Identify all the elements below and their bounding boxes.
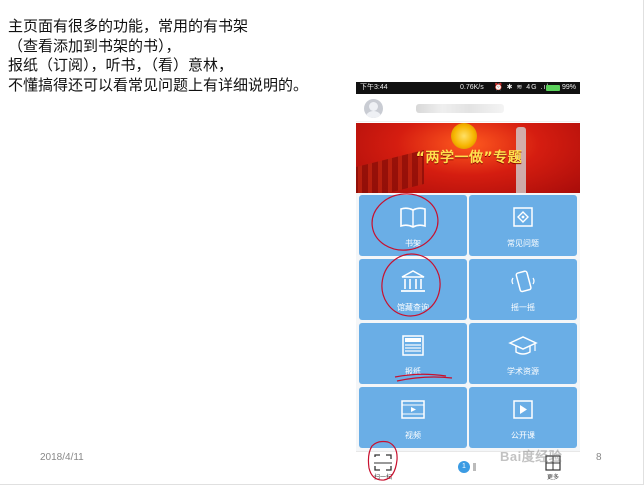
tile-shake[interactable]: 摇一摇 xyxy=(469,259,577,320)
status-speed: 0.76K/s xyxy=(460,84,484,91)
tile-label: 公开课 xyxy=(511,431,535,440)
tile-faq[interactable]: 常见问题 xyxy=(469,195,577,256)
status-battery: 99% xyxy=(562,84,577,91)
tile-open-course[interactable]: 公开课 xyxy=(469,387,577,448)
book-icon xyxy=(398,205,428,231)
scan-button[interactable]: 扫一扫 xyxy=(370,454,396,481)
graduation-cap-icon xyxy=(508,333,538,359)
page-indicator-badge[interactable]: 1 xyxy=(458,461,470,473)
slide-notes: 主页面有很多的功能，常用的有书架 （查看添加到书架的书）， 报纸（订阅），听书，… xyxy=(8,17,368,95)
note-line: 报纸（订阅），听书，（看）意林， xyxy=(8,56,234,74)
avatar[interactable] xyxy=(364,99,383,118)
tile-catalog-search[interactable]: 馆藏查询 xyxy=(359,259,467,320)
app-header xyxy=(356,94,580,122)
scan-label: 扫一扫 xyxy=(373,474,392,481)
tile-label: 报纸 xyxy=(405,367,421,376)
watermark: Bai度经验 xyxy=(500,449,563,464)
tile-label: 常见问题 xyxy=(507,239,539,248)
library-icon xyxy=(398,269,428,295)
status-icons: ⏰ ✱ ≋ 4G .ıl xyxy=(494,84,550,91)
status-bar: 下午3:44 0.76K/s ⏰ ✱ ≋ 4G .ıl 99% xyxy=(356,82,580,94)
note-line: 主页面有很多的功能，常用的有书架 xyxy=(8,17,249,35)
tile-label: 学术资源 xyxy=(507,367,539,376)
scan-icon xyxy=(374,454,392,471)
tile-video[interactable]: 视频 xyxy=(359,387,467,448)
note-line: 不懂搞得还可以看常见问题上有详细说明的。 xyxy=(8,75,309,94)
help-icon xyxy=(508,205,538,231)
page-indicator-track xyxy=(473,463,476,471)
tile-label: 馆藏查询 xyxy=(397,303,429,312)
slide-page-number: 8 xyxy=(596,452,602,463)
banner-title: “两学一做”专题 xyxy=(415,150,523,166)
note-line: （查看添加到书架的书）， xyxy=(8,36,181,55)
phone-screenshot: 下午3:44 0.76K/s ⏰ ✱ ≋ 4G .ıl 99% “两学一做”专题 xyxy=(356,82,580,482)
feature-grid: 书架 常见问题 馆藏查询 摇一摇 报纸 学术资源 视频 公开课 xyxy=(356,193,580,451)
film-icon xyxy=(398,397,428,423)
tile-label: 视频 xyxy=(405,431,421,440)
tile-label: 书架 xyxy=(405,239,421,248)
shake-phone-icon xyxy=(508,269,538,295)
tile-newspaper[interactable]: 报纸 xyxy=(359,323,467,384)
emblem-icon xyxy=(451,123,477,149)
tile-label: 摇一摇 xyxy=(511,303,535,312)
username-redacted xyxy=(416,104,504,113)
play-icon xyxy=(508,397,538,423)
promo-banner[interactable]: “两学一做”专题 xyxy=(356,123,580,193)
more-label: 更多 xyxy=(546,474,559,481)
battery-icon xyxy=(546,85,560,91)
slide: 主页面有很多的功能，常用的有书架 （查看添加到书架的书）， 报纸（订阅），听书，… xyxy=(0,0,644,485)
slide-date: 2018/4/11 xyxy=(40,452,84,463)
newspaper-icon xyxy=(398,333,428,359)
tile-bookshelf[interactable]: 书架 xyxy=(359,195,467,256)
tile-academic-resources[interactable]: 学术资源 xyxy=(469,323,577,384)
status-time: 下午3:44 xyxy=(360,84,388,91)
